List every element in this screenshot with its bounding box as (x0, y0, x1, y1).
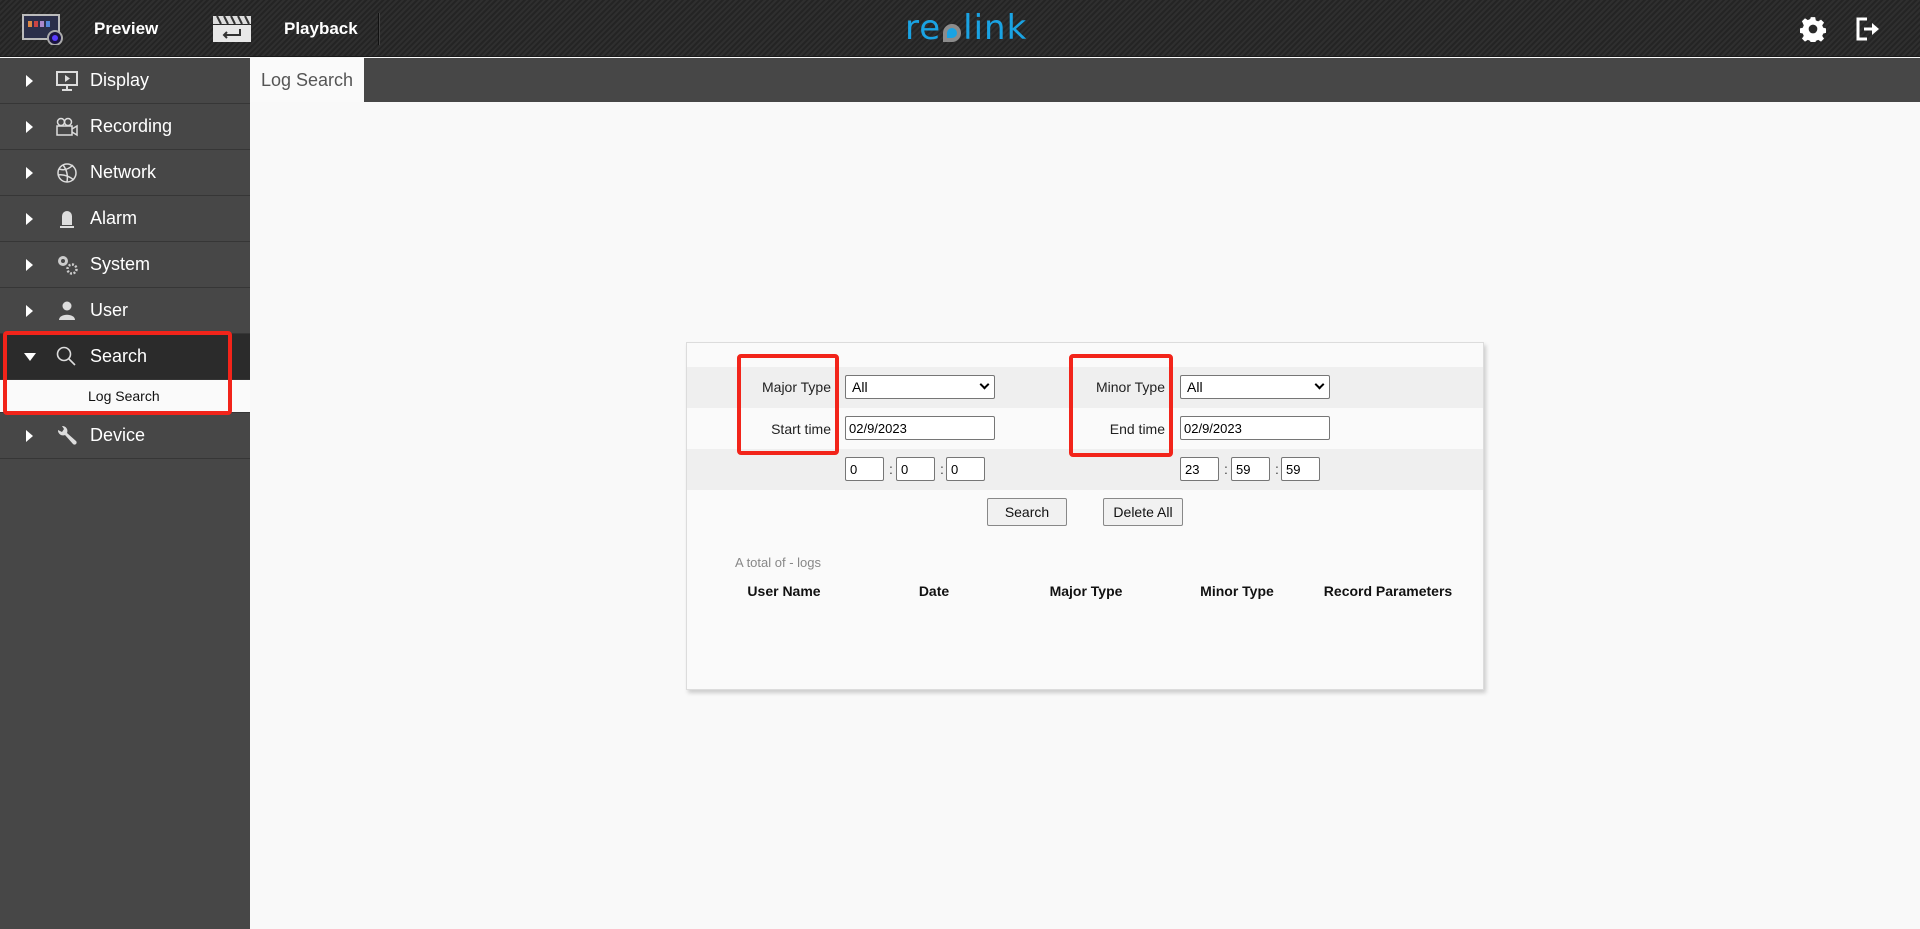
column-header-date: Date (918, 583, 950, 599)
log-search-panel: Major Type All Minor Type All Start time… (686, 342, 1484, 690)
major-type-value: All (852, 379, 868, 395)
chevron-down-icon (979, 379, 990, 390)
sidebar-item-label: Device (90, 425, 146, 445)
column-header-minor-type: Minor Type (1200, 583, 1274, 599)
end-hour-input[interactable] (1180, 457, 1219, 481)
expand-arrow-icon (26, 167, 33, 179)
start-date-input[interactable] (845, 416, 995, 440)
tab-bar: Log Search (250, 58, 1920, 102)
network-globe-icon (57, 163, 77, 183)
minor-type-label: Minor Type (1096, 379, 1165, 395)
expand-arrow-icon (26, 305, 33, 317)
time-separator: : (1224, 461, 1228, 477)
date-row: Start time End time (687, 408, 1483, 449)
sidebar-item-user[interactable]: User (0, 288, 250, 334)
wrench-icon (57, 425, 77, 445)
sidebar-item-label: User (90, 300, 129, 320)
time-separator: : (889, 461, 893, 477)
gear-icon[interactable] (1800, 16, 1826, 42)
alarm-siren-icon (60, 211, 74, 228)
sidebar-item-label: Network (90, 162, 157, 182)
column-header-user-name: User Name (747, 583, 821, 599)
end-minute-input[interactable] (1231, 457, 1270, 481)
reolink-logo: re link (905, 8, 1027, 48)
user-icon (59, 301, 75, 320)
type-row: Major Type All Minor Type All (687, 367, 1483, 408)
time-separator: : (940, 461, 944, 477)
search-icon (56, 346, 76, 366)
nav-preview[interactable]: Preview (22, 0, 158, 57)
monitor-icon (56, 71, 78, 91)
time-row: : : : : (687, 449, 1483, 490)
time-separator: : (1275, 461, 1279, 477)
nav-playback-label: Playback (284, 18, 358, 38)
start-time-label: Start time (771, 421, 831, 437)
column-header-record-parameters: Record Parameters (1323, 583, 1453, 599)
sidebar-item-network[interactable]: Network (0, 150, 250, 196)
sidebar-item-search[interactable]: Search (0, 334, 250, 380)
end-second-input[interactable] (1281, 457, 1320, 481)
sidebar-item-alarm[interactable]: Alarm (0, 196, 250, 242)
sidebar-item-device[interactable]: Device (0, 413, 250, 459)
video-camera-icon (56, 117, 78, 137)
start-second-input[interactable] (946, 457, 985, 481)
sidebar-item-recording[interactable]: Recording (0, 104, 250, 150)
logo-text-right: link (963, 8, 1028, 48)
end-time-label: End time (1109, 421, 1165, 437)
nav-playback[interactable]: Playback (212, 0, 358, 57)
delete-all-button[interactable]: Delete All (1103, 498, 1183, 526)
expand-arrow-icon (26, 75, 33, 87)
collapse-arrow-icon (24, 353, 36, 361)
log-total-text: A total of - logs (735, 555, 821, 570)
expand-arrow-icon (26, 430, 33, 442)
sidebar: Display Recording Network Alarm System U… (0, 58, 250, 929)
sidebar-item-display[interactable]: Display (0, 58, 250, 104)
start-minute-input[interactable] (896, 457, 935, 481)
tab-log-search[interactable]: Log Search (250, 58, 365, 102)
sidebar-item-label: Display (90, 70, 150, 90)
sidebar-item-label: System (90, 254, 151, 274)
search-button[interactable]: Search (987, 498, 1067, 526)
top-bar: Preview Playback re link (0, 0, 1920, 57)
start-hour-input[interactable] (845, 457, 884, 481)
expand-arrow-icon (26, 213, 33, 225)
clapperboard-icon (213, 15, 251, 42)
nav-preview-label: Preview (94, 18, 159, 38)
top-divider (378, 13, 380, 45)
expand-arrow-icon (26, 259, 33, 271)
chevron-down-icon (1314, 379, 1325, 390)
minor-type-select[interactable]: All (1180, 375, 1330, 399)
end-date-input[interactable] (1180, 416, 1330, 440)
sidebar-item-label: Recording (90, 116, 173, 136)
logout-icon[interactable] (1855, 16, 1881, 42)
sidebar-item-label: Search (90, 346, 148, 366)
minor-type-value: All (1187, 379, 1203, 395)
major-type-select[interactable]: All (845, 375, 995, 399)
logo-o-icon (943, 24, 962, 42)
expand-arrow-icon (26, 121, 33, 133)
sidebar-item-label: Alarm (90, 208, 138, 228)
sidebar-item-system[interactable]: System (0, 242, 250, 288)
logo-text-left: re (905, 8, 942, 48)
major-type-label: Major Type (762, 379, 831, 395)
gears-icon (58, 256, 78, 275)
preview-monitor-icon (22, 13, 63, 45)
column-header-major-type: Major Type (1049, 583, 1123, 599)
sidebar-subitem-log-search[interactable]: Log Search (0, 380, 250, 413)
